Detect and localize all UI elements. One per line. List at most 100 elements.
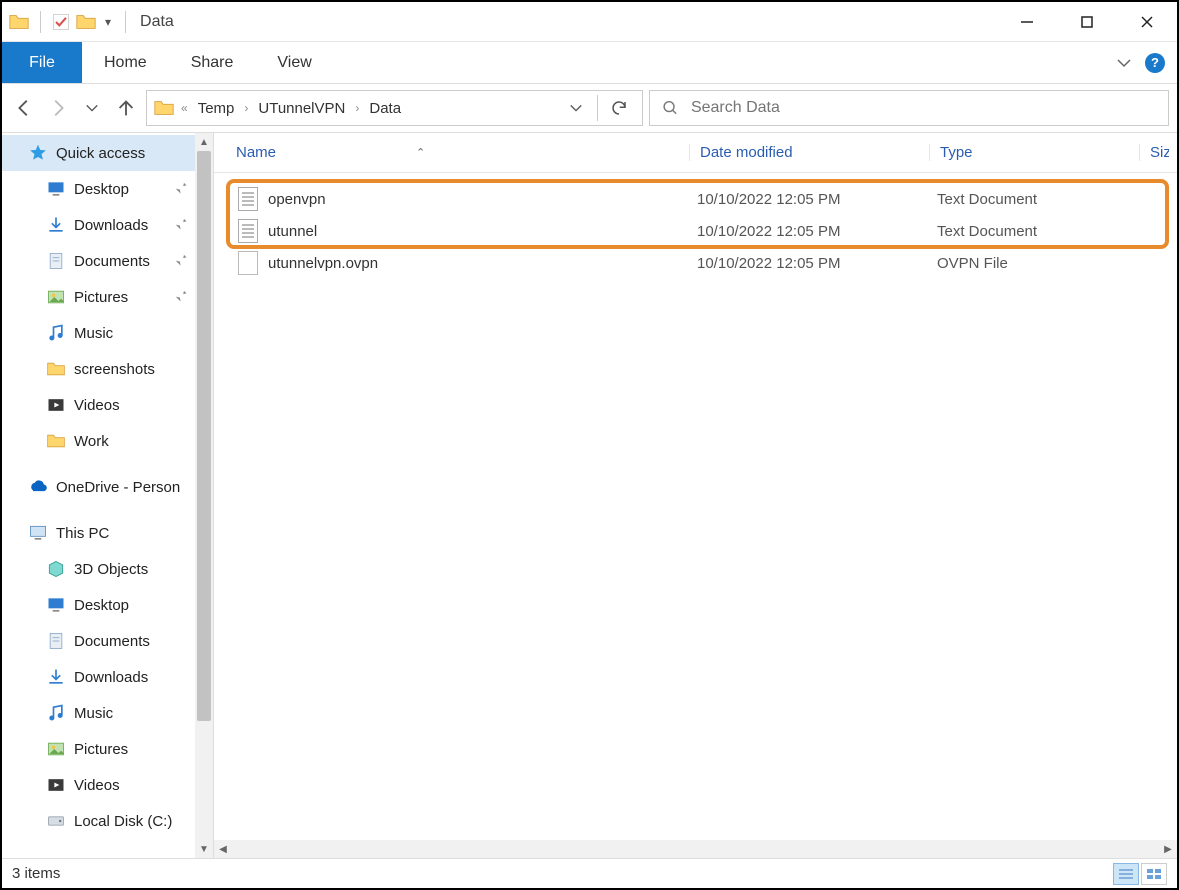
column-header-size[interactable]: Siz (1139, 144, 1169, 161)
back-button[interactable] (10, 94, 38, 122)
sidebar-item-label: Documents (74, 253, 150, 270)
sidebar-item[interactable]: Documents (2, 623, 213, 659)
pictures-icon (46, 287, 66, 307)
search-box[interactable] (649, 90, 1169, 126)
folder-icon[interactable] (75, 11, 97, 33)
sidebar-item-label: Pictures (74, 289, 128, 306)
sidebar-item[interactable]: Videos (2, 767, 213, 803)
scroll-right-icon[interactable]: ▶ (1159, 844, 1177, 855)
file-icon (238, 251, 258, 275)
tab-home[interactable]: Home (82, 42, 169, 83)
sidebar-item-label: 3D Objects (74, 561, 148, 578)
file-row[interactable]: utunnelvpn.ovpn 10/10/2022 12:05 PM OVPN… (214, 247, 1177, 279)
sidebar-item-label: Local Disk (C:) (74, 813, 172, 830)
address-dropdown-button[interactable] (559, 91, 593, 125)
quick-access-toolbar: ▾ (8, 11, 132, 33)
sidebar-item[interactable]: Desktop (2, 171, 213, 207)
sidebar-item-label: Downloads (74, 217, 148, 234)
desktop-icon (46, 179, 66, 199)
sidebar-item-label: Pictures (74, 741, 128, 758)
column-header-date[interactable]: Date modified (689, 144, 929, 161)
minimize-button[interactable] (997, 2, 1057, 42)
column-header-name[interactable]: Name ⌃ (214, 144, 689, 161)
sidebar-item[interactable]: Pictures (2, 731, 213, 767)
sidebar-onedrive[interactable]: OneDrive - Person (2, 469, 213, 505)
sidebar-item-label: Desktop (74, 181, 129, 198)
status-text: 3 items (12, 865, 60, 882)
window-controls (997, 2, 1177, 42)
scroll-down-icon[interactable]: ▼ (195, 840, 213, 858)
recent-locations-button[interactable] (78, 94, 106, 122)
file-row[interactable]: utunnel 10/10/2022 12:05 PM Text Documen… (214, 215, 1177, 247)
sidebar-item-label: Desktop (74, 597, 129, 614)
chevron-left-icon[interactable]: « (181, 101, 188, 115)
pin-icon (169, 177, 189, 197)
properties-icon[interactable] (51, 12, 71, 32)
file-list-area: Name ⌃ Date modified Type Siz openvpn 10… (214, 133, 1177, 858)
forward-button[interactable] (44, 94, 72, 122)
help-icon[interactable]: ? (1145, 53, 1165, 73)
file-row[interactable]: openvpn 10/10/2022 12:05 PM Text Documen… (214, 183, 1177, 215)
maximize-button[interactable] (1057, 2, 1117, 42)
column-headers: Name ⌃ Date modified Type Siz (214, 133, 1177, 173)
scroll-up-icon[interactable]: ▲ (195, 133, 213, 151)
sidebar-item[interactable]: Pictures (2, 279, 213, 315)
sidebar-item[interactable]: Music (2, 315, 213, 351)
sort-indicator-icon: ⌃ (416, 146, 425, 159)
breadcrumb-segment[interactable]: Temp (192, 91, 241, 125)
chevron-right-icon[interactable]: › (355, 101, 359, 115)
close-button[interactable] (1117, 2, 1177, 42)
tab-view[interactable]: View (255, 42, 333, 83)
pc-icon (28, 523, 48, 543)
sidebar-item[interactable]: Desktop (2, 587, 213, 623)
sidebar-this-pc[interactable]: This PC (2, 515, 213, 551)
horizontal-scrollbar[interactable]: ◀ ▶ (214, 840, 1177, 858)
search-input[interactable] (691, 99, 1156, 117)
search-icon (662, 99, 679, 117)
file-name: openvpn (268, 191, 326, 208)
refresh-button[interactable] (602, 91, 636, 125)
sidebar-item[interactable]: screenshots (2, 351, 213, 387)
sidebar-item[interactable]: Videos (2, 387, 213, 423)
pin-icon (169, 249, 189, 269)
sidebar-item-label: Downloads (74, 669, 148, 686)
desktop-icon (46, 595, 66, 615)
sidebar-item-label: Music (74, 325, 113, 342)
ribbon-expand-icon[interactable] (1113, 52, 1135, 74)
scroll-left-icon[interactable]: ◀ (214, 844, 232, 855)
up-button[interactable] (112, 94, 140, 122)
tab-share[interactable]: Share (169, 42, 256, 83)
videos-icon (46, 395, 66, 415)
folder-icon (8, 11, 30, 33)
music-icon (46, 323, 66, 343)
sidebar-item[interactable]: Documents (2, 243, 213, 279)
sidebar-scrollbar[interactable]: ▲ ▼ (195, 133, 213, 858)
sidebar-item[interactable]: Downloads (2, 659, 213, 695)
tab-file[interactable]: File (2, 42, 82, 83)
chevron-right-icon[interactable]: › (244, 101, 248, 115)
docs-icon (46, 251, 66, 271)
sidebar-item[interactable]: 3D Objects (2, 551, 213, 587)
sidebar-item[interactable]: Music (2, 695, 213, 731)
scroll-thumb[interactable] (197, 151, 211, 721)
sidebar-item[interactable]: Local Disk (C:) (2, 803, 213, 839)
sidebar-item[interactable]: Downloads (2, 207, 213, 243)
breadcrumb-segment[interactable]: UTunnelVPN (252, 91, 351, 125)
sidebar-item-label: Videos (74, 777, 120, 794)
sidebar-item[interactable]: Work (2, 423, 213, 459)
sidebar-quick-access[interactable]: Quick access (2, 135, 213, 171)
folder-icon (46, 431, 66, 451)
address-bar[interactable]: « Temp › UTunnelVPN › Data (146, 90, 643, 126)
breadcrumb-segment[interactable]: Data (363, 91, 407, 125)
pin-icon (169, 285, 189, 305)
sidebar-item-label: screenshots (74, 361, 155, 378)
qat-dropdown-icon[interactable]: ▾ (101, 15, 115, 29)
sidebar-item-label: Music (74, 705, 113, 722)
large-icons-view-button[interactable] (1141, 863, 1167, 885)
file-type: OVPN File (937, 255, 1147, 272)
star-icon (28, 143, 48, 163)
details-view-button[interactable] (1113, 863, 1139, 885)
sidebar-item-label: This PC (56, 525, 109, 542)
column-header-type[interactable]: Type (929, 144, 1139, 161)
download-icon (46, 215, 66, 235)
